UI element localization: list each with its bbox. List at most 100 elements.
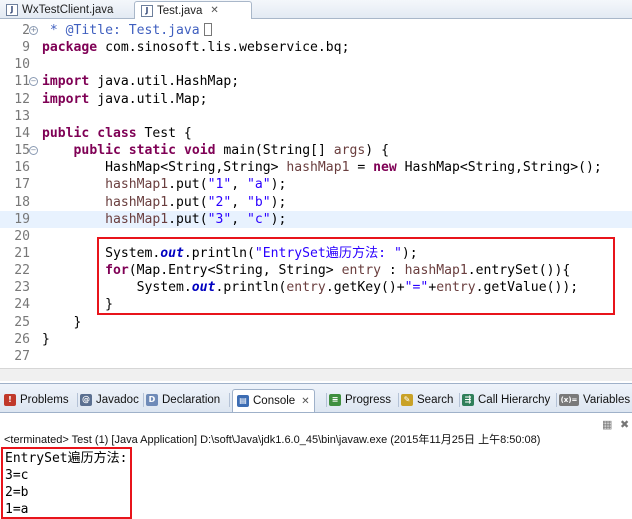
java-file-icon: J: [141, 4, 153, 17]
code-token: new: [373, 160, 397, 176]
code-text: import java.util.HashMap;: [42, 73, 239, 90]
code-line[interactable]: 10: [0, 56, 632, 73]
code-token: : Test.java: [112, 23, 200, 38]
code-token: .put(: [168, 211, 208, 227]
code-token: ,: [231, 177, 248, 193]
code-line[interactable]: 18 hashMap1.put("2", "b");: [0, 194, 632, 211]
code-token: );: [270, 177, 287, 193]
view-tab-declaration[interactable]: D Declaration: [146, 391, 220, 408]
code-text: public static void main(String[] args) {: [42, 142, 389, 159]
tab-separator: [556, 393, 557, 407]
code-line[interactable]: 13: [0, 108, 632, 125]
view-tab-javadoc[interactable]: @ Javadoc: [80, 391, 139, 408]
code-line[interactable]: 9 package com.sinosoft.lis.webservice.bq;: [0, 39, 632, 56]
close-icon[interactable]: ✕: [301, 396, 309, 407]
tab-label: WxTestClient.java: [22, 4, 114, 16]
line-number: 14: [14, 125, 30, 141]
code-token: "1": [207, 177, 232, 193]
view-tab-label: Call Hierarchy: [478, 393, 551, 406]
tab-label: Test.java: [157, 4, 203, 17]
code-token: "2": [207, 194, 232, 210]
code-token: .put(: [168, 194, 208, 210]
code-line[interactable]: 11− import java.util.HashMap;: [0, 73, 632, 90]
view-tab-search[interactable]: ✎ Search: [401, 391, 453, 408]
text-cursor-box: [203, 23, 212, 36]
declaration-icon: D: [146, 393, 158, 406]
view-tab-problems[interactable]: ! Problems: [4, 391, 69, 408]
view-tab-label: Variables: [583, 393, 631, 406]
code-text: public class Test {: [42, 125, 192, 142]
tab-wxtestclient[interactable]: J WxTestClient.java: [0, 1, 133, 19]
code-token: java.util.HashMap;: [89, 74, 240, 90]
line-number: 12: [14, 91, 30, 107]
code-line[interactable]: 26}: [0, 331, 632, 348]
line-number: 26: [14, 331, 30, 347]
code-token: ,: [231, 194, 248, 210]
console-menu-icon[interactable]: ▦: [602, 418, 612, 431]
code-line[interactable]: 17 hashMap1.put("1", "a");: [0, 176, 632, 193]
highlight-box-output: [1, 447, 132, 519]
code-editor[interactable]: 2 + * @Title: Test.java 9 package com.sinos…: [0, 20, 632, 370]
horizontal-scrollbar[interactable]: [0, 368, 632, 381]
code-text: import java.util.Map;: [42, 91, 208, 108]
code-token: package: [42, 40, 98, 56]
code-token: public: [42, 125, 90, 141]
code-line[interactable]: 15− public static void main(String[] arg…: [0, 142, 632, 159]
tab-separator: [326, 393, 327, 407]
view-tab-label: Declaration: [162, 393, 221, 406]
code-token: "b": [247, 194, 271, 210]
view-tab-label: Progress: [345, 393, 392, 406]
code-line[interactable]: 12 import java.util.Map;: [0, 91, 632, 108]
search-icon: ✎: [401, 393, 413, 406]
line-number: 9: [22, 40, 30, 56]
code-token: class: [97, 125, 137, 141]
code-token: args: [333, 143, 366, 159]
view-tab-call-hierarchy[interactable]: ⇶ Call Hierarchy: [462, 391, 550, 408]
close-icon[interactable]: ✕: [210, 5, 218, 16]
view-tab-variables[interactable]: (x)= Variables: [559, 391, 630, 408]
console-close-icon[interactable]: ✖: [620, 418, 629, 431]
code-token: main(String[]: [215, 143, 334, 159]
code-line[interactable]: 25 }: [0, 314, 632, 331]
fold-collapse-icon[interactable]: −: [29, 77, 38, 87]
code-line[interactable]: 19 hashMap1.put("3", "c");: [0, 210, 632, 228]
code-token: hashMap1: [286, 160, 350, 176]
javadoc-icon: @: [80, 393, 92, 406]
line-number: 21: [14, 245, 30, 261]
code-line[interactable]: 2 + * @Title: Test.java: [0, 22, 632, 39]
tab-separator: [398, 393, 399, 407]
code-line[interactable]: 14 public class Test {: [0, 125, 632, 142]
code-line[interactable]: 16 HashMap<String,String> hashMap1 = new…: [0, 159, 632, 176]
problems-icon: !: [4, 393, 16, 406]
line-number: 23: [14, 280, 30, 296]
code-token: }: [42, 314, 82, 330]
view-tab-progress[interactable]: ≡ Progress: [329, 391, 391, 408]
fold-collapse-icon[interactable]: −: [29, 146, 38, 156]
code-token: java.util.Map;: [89, 91, 208, 107]
code-token: *: [42, 23, 66, 38]
view-tab-console[interactable]: ▤ Console ✕: [232, 389, 315, 412]
code-token: ,: [231, 211, 248, 227]
line-number: 19: [14, 211, 30, 227]
tab-test-java[interactable]: J Test.java ✕: [134, 1, 252, 19]
code-token: ) {: [365, 143, 389, 159]
code-token: }: [42, 331, 50, 347]
code-token: com.sinosoft.lis.webservice.bq;: [97, 40, 350, 56]
line-number: 15: [14, 143, 30, 159]
code-text: HashMap<String,String> hashMap1 = new Ha…: [42, 159, 602, 176]
console-status-text: <terminated> Test (1) [Java Application]…: [4, 434, 541, 446]
view-tab-label: Javadoc: [96, 393, 139, 406]
code-token: import: [42, 91, 90, 107]
fold-expand-icon[interactable]: +: [29, 26, 38, 35]
line-number: 24: [14, 297, 30, 313]
line-number: 16: [14, 160, 30, 176]
code-text: * @Title: Test.java: [42, 22, 212, 39]
line-number: 13: [14, 108, 30, 124]
code-line[interactable]: 27: [0, 348, 632, 365]
tab-separator: [77, 393, 78, 407]
code-token: HashMap<String,String>();: [396, 160, 602, 176]
line-number: 20: [14, 228, 30, 244]
